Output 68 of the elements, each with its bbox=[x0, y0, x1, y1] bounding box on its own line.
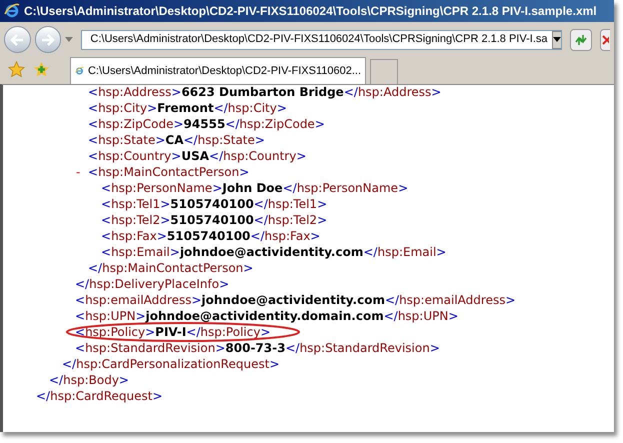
xml-close-tag: </hsp:Address> bbox=[344, 85, 442, 100]
xml-close-tag: </hsp:Tel1> bbox=[254, 196, 328, 212]
xml-open-tag: <hsp:emailAddress> bbox=[75, 292, 202, 308]
xml-open-tag: <hsp:Tel2> bbox=[101, 212, 170, 228]
xml-value: johndoe@actividentity.domain.com bbox=[146, 308, 384, 324]
xml-value: johndoe@actividentity.com bbox=[180, 244, 364, 260]
xml-close-tag: </hsp:StandardRevision> bbox=[285, 340, 440, 356]
xml-value: PIV-I bbox=[155, 324, 186, 340]
xml-close-tag: </hsp:Fax> bbox=[250, 228, 320, 244]
xml-value: USA bbox=[181, 148, 210, 164]
refresh-button[interactable] bbox=[570, 28, 592, 50]
back-arrow-icon bbox=[10, 34, 24, 46]
browser-logo-icon bbox=[4, 3, 20, 19]
xml-open-tag: <hsp:Tel1> bbox=[101, 196, 170, 212]
xml-close-tag: </hsp:PersonName> bbox=[282, 180, 408, 196]
xml-close-tag: </hsp:Policy> bbox=[186, 324, 271, 340]
xml-close-tag: </hsp:Email> bbox=[363, 244, 446, 260]
xml-close-tag: </hsp:MainContactPerson> bbox=[88, 260, 254, 276]
xml-open-tag: <hsp:UPN> bbox=[75, 308, 146, 324]
tab[interactable]: C:\Users\Administrator\Desktop\CD2-PIV-FIXS110602... bbox=[70, 57, 366, 84]
xml-close-tag: </hsp:DeliveryPlaceInfo> bbox=[75, 276, 230, 292]
xml-value: 5105740100 bbox=[170, 196, 254, 212]
xml-close-tag: </hsp:Country> bbox=[209, 148, 306, 164]
xml-open-tag: <hsp:Address> bbox=[88, 85, 182, 100]
xml-open-tag: <hsp:Fax> bbox=[101, 228, 167, 244]
xml-value: John Doe bbox=[222, 180, 283, 196]
xml-close-tag: </hsp:emailAddress> bbox=[384, 292, 516, 308]
xml-close-tag: </hsp:Tel2> bbox=[254, 212, 328, 228]
address-dropdown-button[interactable] bbox=[552, 30, 562, 48]
add-favorite-icon[interactable] bbox=[33, 61, 50, 78]
caret-icon bbox=[552, 37, 560, 42]
xml-close-tag: </hsp:Body> bbox=[49, 372, 129, 388]
address-text: C:\Users\Administrator\Desktop\CD2-PIV-FIXS1106024\Tools\CPRSigning\CPR 2.1.8 PIV-I.sa bbox=[90, 32, 548, 48]
collapse-toggle[interactable]: - bbox=[76, 164, 80, 180]
stop-x-icon bbox=[601, 34, 610, 46]
forward-arrow-icon bbox=[41, 34, 56, 46]
address-field[interactable]: C:\Users\Administrator\Desktop\CD2-PIV-FIXS1106024\Tools\CPRSigning\CPR 2.1.8 PIV-I.sa bbox=[81, 30, 562, 50]
xml-open-tag: <hsp:StandardRevision> bbox=[75, 340, 226, 356]
back-button[interactable] bbox=[4, 26, 31, 53]
xml-value: Fremont bbox=[157, 100, 214, 116]
xml-close-tag: </hsp:State> bbox=[184, 132, 265, 148]
xml-open-tag: <hsp:State> bbox=[88, 132, 166, 148]
xml-value: CA bbox=[165, 132, 184, 148]
forward-button[interactable] bbox=[34, 26, 62, 53]
xml-open-tag: <hsp:Country> bbox=[88, 148, 182, 164]
xml-value: 6623 Dumbarton Bridge bbox=[181, 85, 344, 100]
xml-close-tag: </hsp:CardRequest> bbox=[36, 388, 163, 404]
xml-value: johndoe@actividentity.com bbox=[202, 292, 385, 308]
dropdown-caret-icon[interactable] bbox=[65, 37, 74, 42]
xml-open-tag: <hsp:MainContactPerson> bbox=[88, 164, 250, 180]
xml-value: 5105740100 bbox=[166, 228, 250, 244]
xml-value: 94555 bbox=[184, 116, 226, 132]
window-title: C:\Users\Administrator\Desktop\CD2-PIV-FIXS1106024\Tools\CPRSigning\CPR 2.1.8 PIV-I.sample.xml bbox=[24, 3, 597, 20]
xml-open-tag: <hsp:City> bbox=[88, 100, 158, 116]
xml-open-tag: <hsp:ZipCode> bbox=[88, 116, 184, 132]
xml-close-tag: </hsp:CardPersonalizationRequest> bbox=[62, 356, 280, 372]
xml-value: 5105740100 bbox=[170, 212, 254, 228]
xml-open-tag: <hsp:PersonName> bbox=[101, 180, 222, 196]
xml-value: 800-73-3 bbox=[225, 340, 286, 356]
xml-close-tag: </hsp:ZipCode> bbox=[225, 116, 325, 132]
xml-open-tag: <hsp:Policy> bbox=[75, 324, 156, 340]
new-tab-button[interactable] bbox=[370, 59, 398, 84]
xml-open-tag: <hsp:Email> bbox=[101, 244, 180, 260]
stop-button[interactable] bbox=[600, 28, 610, 50]
xml-close-tag: </hsp:City> bbox=[214, 100, 287, 116]
xml-close-tag: </hsp:UPN> bbox=[384, 308, 458, 324]
star-icon[interactable] bbox=[8, 61, 25, 78]
refresh-arrows-icon bbox=[574, 32, 588, 46]
